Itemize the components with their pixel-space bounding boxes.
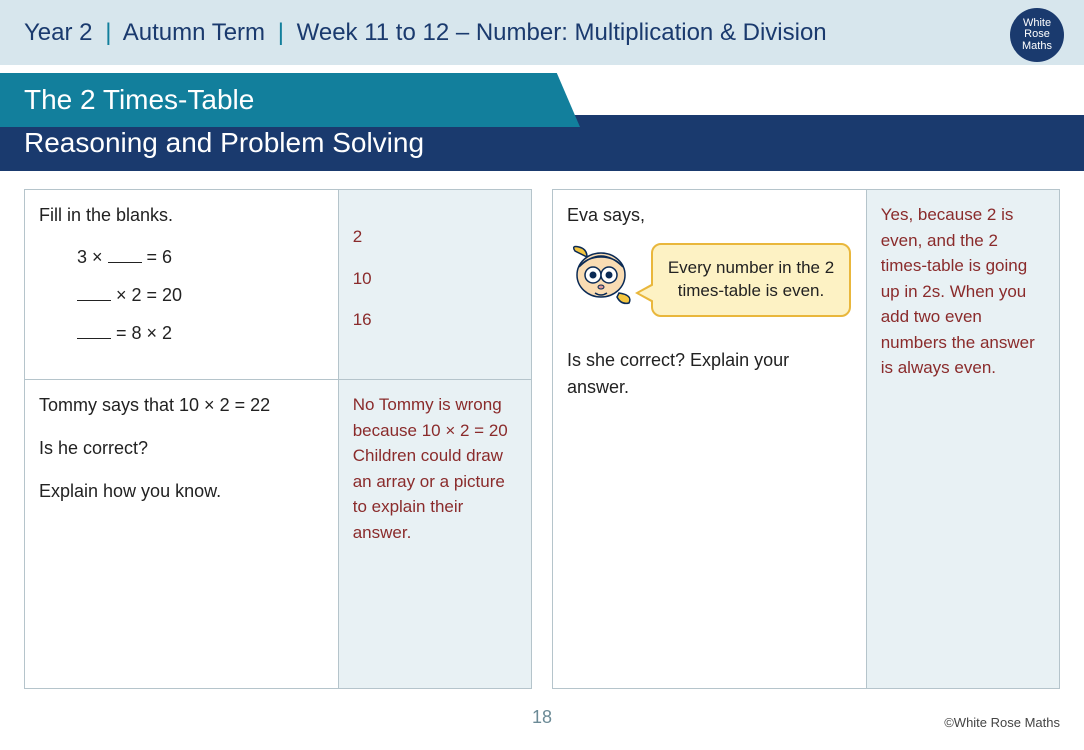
fill-blanks-answers: 2 10 16: [339, 190, 531, 380]
crumb-week: Week 11 to 12 – Number: Multiplication &…: [297, 19, 827, 46]
equation-row: 3 × = 6: [77, 239, 324, 277]
content-area: Fill in the blanks. 3 × = 6 × 2 = 20 = 8…: [0, 171, 1084, 689]
crumb-sep: |: [278, 19, 284, 46]
title-shape: The 2 Times-Table: [0, 73, 580, 127]
page-subtitle: Reasoning and Problem Solving: [24, 127, 424, 159]
brand-logo: White Rose Maths: [1010, 8, 1064, 62]
answer-value: 10: [353, 266, 517, 292]
fill-blanks-intro: Fill in the blanks.: [39, 202, 324, 229]
character-row: Every number in the 2 times-table is eve…: [567, 243, 852, 317]
tommy-answer: No Tommy is wrong because 10 × 2 = 20 Ch…: [339, 380, 531, 557]
page-number: 18: [532, 707, 552, 728]
tommy-line: Explain how you know.: [39, 478, 324, 505]
logo-line: Maths: [1022, 41, 1052, 53]
blank-field: [77, 283, 111, 301]
eva-answer: Yes, because 2 is even, and the 2 times-…: [867, 190, 1059, 393]
eva-intro: Eva says,: [567, 202, 852, 229]
eva-followup: Is she correct? Explain your answer.: [567, 347, 852, 401]
right-answer-column: Yes, because 2 is even, and the 2 times-…: [867, 190, 1059, 688]
equation-row: × 2 = 20: [77, 277, 324, 315]
equation-list: 3 × = 6 × 2 = 20 = 8 × 2: [77, 239, 324, 352]
answer-value: 16: [353, 307, 517, 333]
title-bar: The 2 Times-Table: [0, 73, 1084, 127]
tommy-line: Tommy says that 10 × 2 = 22: [39, 392, 324, 419]
fill-blanks-question: Fill in the blanks. 3 × = 6 × 2 = 20 = 8…: [25, 190, 338, 380]
answer-value: 2: [353, 224, 517, 250]
left-answer-column: 2 10 16 No Tommy is wrong because 10 × 2…: [339, 190, 531, 688]
tommy-line: Is he correct?: [39, 435, 324, 462]
equation-row: = 8 × 2: [77, 315, 324, 353]
tommy-question: Tommy says that 10 × 2 = 22 Is he correc…: [25, 380, 338, 533]
bubble-text: Every number in the 2 times-table is eve…: [668, 258, 834, 300]
left-question-column: Fill in the blanks. 3 × = 6 × 2 = 20 = 8…: [25, 190, 339, 688]
copyright-text: ©White Rose Maths: [944, 715, 1060, 730]
crumb-sep: |: [105, 19, 111, 46]
breadcrumb: Year 2 | Autumn Term | Week 11 to 12 – N…: [24, 19, 827, 47]
blank-field: [108, 245, 142, 263]
left-panel: Fill in the blanks. 3 × = 6 × 2 = 20 = 8…: [24, 189, 532, 689]
speech-bubble: Every number in the 2 times-table is eve…: [651, 243, 851, 317]
page-title: The 2 Times-Table: [24, 84, 254, 116]
header-bar: Year 2 | Autumn Term | Week 11 to 12 – N…: [0, 0, 1084, 65]
blank-field: [77, 321, 111, 339]
right-panel: Eva says, Every: [552, 189, 1060, 689]
eva-question: Eva says, Every: [553, 190, 866, 413]
crumb-term: Autumn Term: [123, 19, 265, 46]
right-question-column: Eva says, Every: [553, 190, 867, 688]
crumb-year: Year 2: [24, 19, 93, 46]
eva-character-icon: [567, 243, 637, 305]
